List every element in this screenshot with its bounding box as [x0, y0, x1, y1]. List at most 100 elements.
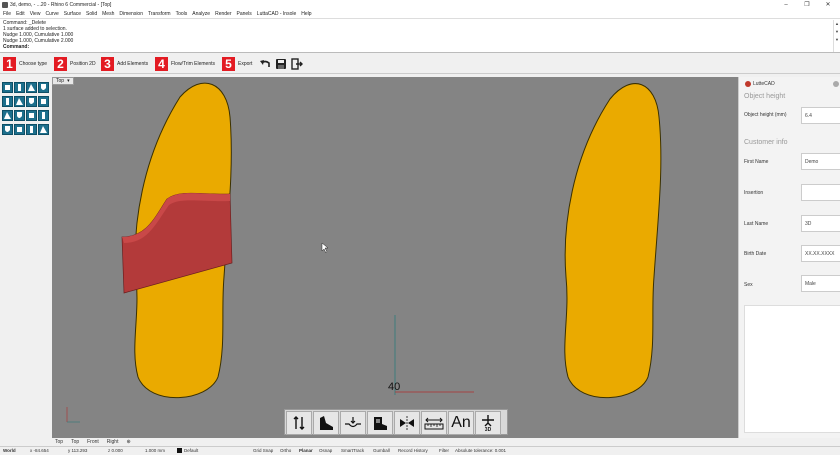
plugin-name: LutteCAD [753, 81, 775, 87]
step-number: 1 [3, 57, 16, 71]
menu-panels[interactable]: Panels [237, 10, 252, 18]
support-tool[interactable] [14, 124, 25, 135]
bar-tool[interactable] [38, 124, 49, 135]
mouse-cursor-icon [321, 242, 329, 254]
menu-curve[interactable]: Curve [45, 10, 58, 18]
heel-cup-icon [41, 84, 46, 90]
shoe-tool[interactable] [367, 411, 393, 435]
measure-tool[interactable] [421, 411, 447, 435]
element-tools-strip: An 3D [284, 409, 508, 435]
top-viewport[interactable]: Top ▾ 40 [52, 77, 738, 438]
menu-analyze[interactable]: Analyze [192, 10, 210, 18]
menu-luttacad[interactable]: LuttaCAD - Insole [257, 10, 296, 18]
menu-view[interactable]: View [30, 10, 41, 18]
wedge-tool[interactable] [26, 124, 37, 135]
hand-tool[interactable] [26, 82, 37, 93]
maximize-button[interactable]: ❐ [799, 1, 815, 9]
scroll-down-icon[interactable]: ▼ [834, 28, 840, 36]
hand-icon [28, 84, 35, 91]
sole-icon [17, 112, 22, 118]
toggle-gumball[interactable]: Gumball [373, 448, 390, 453]
tab-top[interactable]: Top [55, 438, 63, 446]
foot-outline-icon [18, 84, 21, 91]
save-icon[interactable] [275, 58, 287, 70]
notes-area[interactable] [744, 305, 840, 433]
insertion-input[interactable] [801, 184, 840, 201]
step-label: Add Elements [117, 61, 149, 67]
minimize-button[interactable]: – [778, 1, 794, 9]
flip-vertical-tool[interactable] [286, 411, 312, 435]
tab-front[interactable]: Front [87, 438, 99, 446]
add-viewport-icon[interactable]: ⊕ [126, 438, 130, 446]
toggle-planar[interactable]: Planar [299, 448, 313, 453]
heel-tool[interactable] [313, 411, 339, 435]
toe-tool[interactable] [38, 96, 49, 107]
menu-solid[interactable]: Solid [86, 10, 97, 18]
command-history: Command: _Delete 1 surface added to sele… [0, 18, 840, 53]
object-height-input[interactable]: 6.4 [801, 107, 840, 124]
toggle-smarttrack[interactable]: SmartTrack [341, 448, 364, 453]
coord-system[interactable]: World [3, 448, 16, 453]
step-export[interactable]: 5 Export [222, 57, 252, 71]
toggle-osnap[interactable]: Osnap [319, 448, 332, 453]
scale-label: 40 [388, 381, 401, 393]
title-bar: 3d, demo, - ...20 - Rhino 6 Commercial -… [0, 0, 840, 10]
menu-help[interactable]: Help [301, 10, 311, 18]
tab-right[interactable]: Right [107, 438, 119, 446]
3d-view-tool[interactable]: 3D [475, 411, 501, 435]
luttecad-panel: LutteCAD Object height Object height (mm… [738, 77, 840, 438]
last-name-input[interactable]: 3D [801, 215, 840, 232]
camera-tool[interactable] [38, 110, 49, 121]
pin-icon [482, 414, 494, 426]
exit-icon[interactable] [291, 58, 303, 70]
tab-top-2[interactable]: Top [71, 438, 79, 446]
menu-render[interactable]: Render [215, 10, 231, 18]
step-choose-type[interactable]: 1 Choose type [3, 57, 47, 71]
current-layer[interactable]: Default [184, 448, 198, 453]
menu-tools[interactable]: Tools [176, 10, 188, 18]
first-name-input[interactable]: Demo [801, 153, 840, 170]
step-label: Choose type [19, 61, 48, 67]
birth-date-input[interactable]: XX.XX.XXXX [801, 245, 840, 262]
foot-scan-tool[interactable] [2, 82, 13, 93]
toggle-filter[interactable]: Filter [439, 448, 449, 453]
toggle-grid-snap[interactable]: Grid Snap [253, 448, 273, 453]
sole-tool[interactable] [14, 110, 25, 121]
menu-dimension[interactable]: Dimension [119, 10, 143, 18]
step-flow-trim-elements[interactable]: 4 Flow/Trim Elements [155, 57, 215, 71]
foot-outline-tool[interactable] [14, 82, 25, 93]
mirror-tool[interactable] [394, 411, 420, 435]
menu-edit[interactable]: Edit [16, 10, 25, 18]
arch-tool[interactable] [2, 96, 13, 107]
menu-mesh[interactable]: Mesh [102, 10, 114, 18]
layer-color-swatch [177, 448, 182, 453]
scroll-end-icon[interactable]: ▼ [834, 36, 840, 44]
toggle-ortho[interactable]: Ortho [280, 448, 291, 453]
arch-icon [6, 98, 9, 105]
menu-file[interactable]: File [3, 10, 11, 18]
undo-icon[interactable] [259, 58, 271, 70]
forefoot-tool[interactable] [14, 96, 25, 107]
step-add-elements[interactable]: 3 Add Elements [101, 57, 148, 71]
rhino-app-icon [2, 2, 8, 8]
heel-cup-tool[interactable] [38, 82, 49, 93]
split-tool[interactable] [26, 110, 37, 121]
forefoot-icon [16, 98, 23, 105]
step-position-2d[interactable]: 2 Position 2D [54, 57, 96, 71]
camera-icon [42, 112, 45, 119]
insole-right[interactable] [564, 83, 662, 399]
toggle-record-history[interactable]: Record History [398, 448, 428, 453]
sex-input[interactable]: Male [801, 275, 840, 292]
cushion-tool[interactable] [26, 96, 37, 107]
cube-tool[interactable] [2, 110, 13, 121]
menu-transform[interactable]: Transform [148, 10, 171, 18]
text-annotation-tool[interactable]: An [448, 411, 474, 435]
panel-options-icon[interactable] [833, 81, 839, 87]
menu-surface[interactable]: Surface [64, 10, 81, 18]
cross-tool[interactable] [2, 124, 13, 135]
command-prompt[interactable]: Command: [3, 44, 29, 50]
close-button[interactable]: ✕ [820, 1, 836, 9]
command-scrollbar[interactable]: ▲ ▼ ▼ [833, 20, 839, 52]
profile-tool[interactable] [340, 411, 366, 435]
scroll-up-icon[interactable]: ▲ [834, 20, 840, 28]
